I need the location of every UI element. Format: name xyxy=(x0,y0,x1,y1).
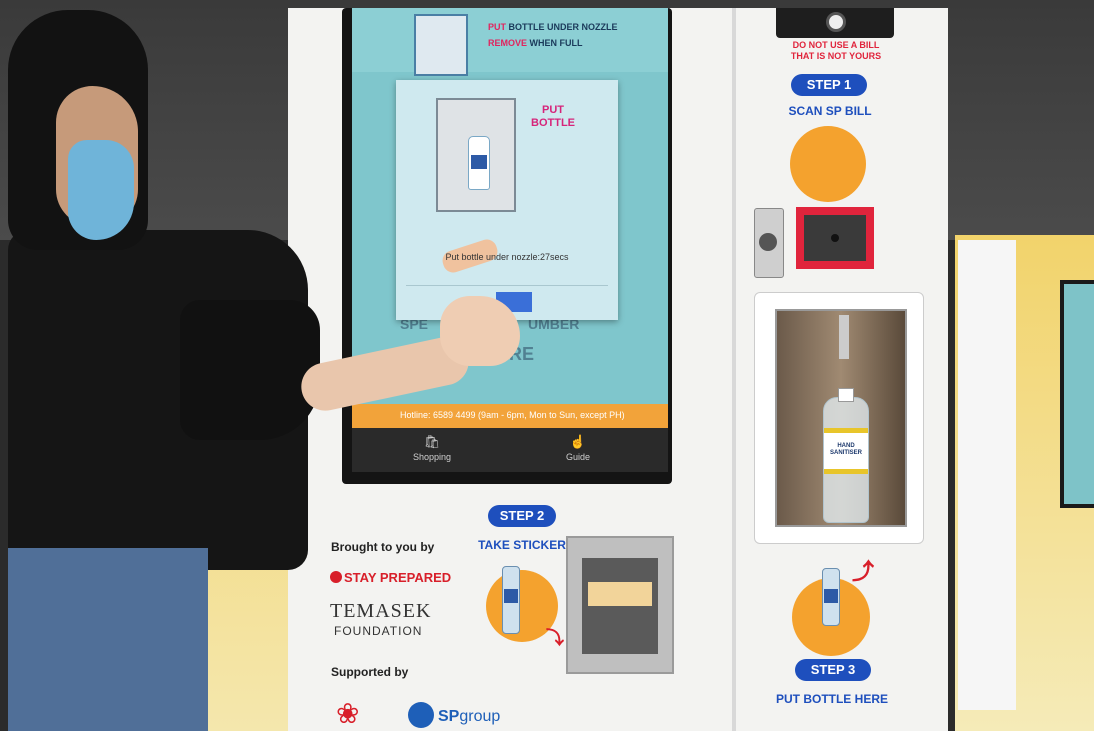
cctv-camera xyxy=(776,8,894,38)
bottle-bay[interactable]: HAND SANITISER xyxy=(754,292,924,544)
contactless-icon xyxy=(759,233,777,251)
supported-by-label: Supported by xyxy=(331,665,409,679)
red-cross-logo-icon: ❀ xyxy=(336,698,360,729)
background-kiosk-right-panel xyxy=(958,240,1016,710)
nav-guide[interactable]: ☝ Guide xyxy=(548,434,608,462)
person-hand xyxy=(440,296,520,366)
card-reader[interactable] xyxy=(754,208,784,278)
background-kiosk-right-screen xyxy=(1060,280,1094,508)
temasek-logo: TEMASEK xyxy=(330,600,432,622)
bottle-label: HAND SANITISER xyxy=(824,428,868,474)
arrow-icon: ⤵ xyxy=(546,628,564,648)
bottle-window: HAND SANITISER xyxy=(775,309,907,527)
sanitiser-bottle: HAND SANITISER xyxy=(823,388,869,523)
temasek-foundation-text: FOUNDATION xyxy=(334,624,423,638)
camera-lens-icon xyxy=(826,12,846,32)
kiosk-divider xyxy=(732,8,736,731)
person-jeans xyxy=(8,548,208,731)
bag-icon: 🛍 xyxy=(423,434,441,449)
dialog-countdown-message: Put bottle under nozzle:27secs xyxy=(445,252,569,262)
person-sleeve xyxy=(180,300,320,440)
dispensing-nozzle xyxy=(839,315,849,359)
face-mask xyxy=(68,140,134,240)
step1-caption: SCAN SP BILL xyxy=(788,104,872,118)
stay-prepared-logo: STAY PREPARED xyxy=(330,570,451,585)
hotline-text: Hotline: 6589 4499 (9am - 6pm, Mon to Su… xyxy=(400,410,625,420)
sp-group-logo-icon xyxy=(408,702,434,728)
step1-badge: STEP 1 xyxy=(791,74,867,96)
nav-shopping[interactable]: 🛍 Shopping xyxy=(402,434,462,462)
dialog-title: PUT BOTTLE xyxy=(531,104,575,129)
brought-to-you-by-label: Brought to you by xyxy=(331,540,435,554)
bottle-illustration xyxy=(502,566,520,634)
hand-pointer-icon: ☝ xyxy=(569,434,587,449)
step2-caption: TAKE STICKER xyxy=(478,538,566,552)
dialog-illustration xyxy=(436,98,516,212)
bottle-sign-illustration xyxy=(414,14,468,76)
stay-prepared-icon xyxy=(330,571,342,583)
sp-group-logo: SPgroup xyxy=(438,708,501,725)
photo-scene: PUT BOTTLE UNDER NOZZLE REMOVE WHEN FULL… xyxy=(0,0,1094,731)
screen-nav-bar: 🛍 Shopping ☝ Guide xyxy=(352,428,668,472)
step3-badge: STEP 3 xyxy=(795,659,871,681)
dialog-divider xyxy=(406,285,608,286)
bill-scanner[interactable] xyxy=(796,207,874,269)
bottle-illustration xyxy=(822,568,840,626)
screen-instruction-1: PUT BOTTLE UNDER NOZZLE xyxy=(488,22,618,32)
put-bottle-illustration xyxy=(792,568,870,656)
put-bottle-dialog: PUT BOTTLE Put bottle under nozzle:27sec… xyxy=(396,80,618,320)
sticker-dispenser[interactable] xyxy=(566,536,674,674)
sticker xyxy=(588,582,652,606)
arrow-icon: ⤴ xyxy=(852,559,875,584)
scan-bill-illustration xyxy=(790,126,866,202)
bottle-illustration xyxy=(468,136,490,190)
screen-instruction-2: REMOVE WHEN FULL xyxy=(488,38,583,48)
step3-caption: PUT BOTTLE HERE xyxy=(775,692,888,706)
step2-badge: STEP 2 xyxy=(488,505,556,527)
bill-warning: DO NOT USE A BILL THAT IS NOT YOURS xyxy=(790,40,882,61)
